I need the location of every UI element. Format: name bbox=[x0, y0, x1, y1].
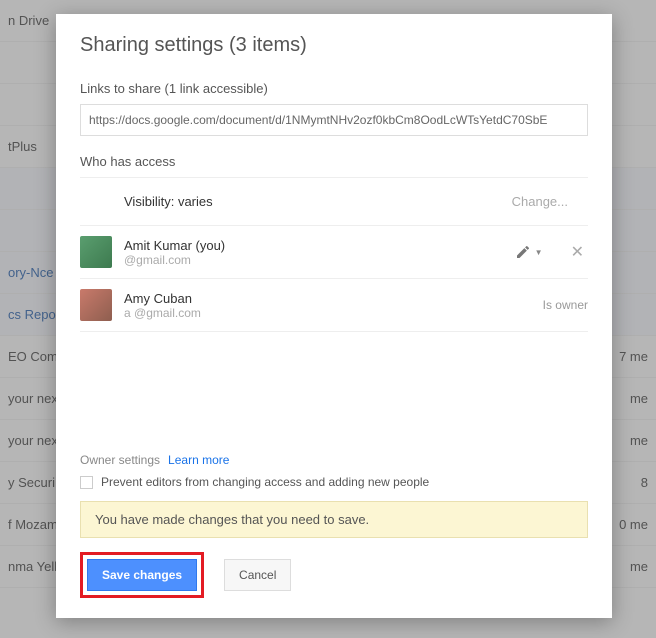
change-visibility-link[interactable]: Change... bbox=[512, 194, 588, 209]
person-name: Amit Kumar (you) bbox=[124, 238, 515, 253]
pencil-icon bbox=[515, 244, 531, 260]
links-to-share-label: Links to share (1 link accessible) bbox=[80, 81, 588, 96]
chevron-down-icon: ▼ bbox=[535, 248, 543, 257]
prevent-editors-checkbox-row[interactable]: Prevent editors from changing access and… bbox=[80, 475, 588, 489]
person-row: Amy Cuban a @gmail.com Is owner bbox=[80, 279, 588, 332]
person-row: Amit Kumar (you) @gmail.com ▼ ✕ bbox=[80, 226, 588, 279]
person-name: Amy Cuban bbox=[124, 291, 543, 306]
cancel-button[interactable]: Cancel bbox=[224, 559, 291, 591]
owner-settings-label: Owner settings bbox=[80, 453, 160, 467]
who-has-access-label: Who has access bbox=[80, 154, 588, 178]
modal-title: Sharing settings (3 items) bbox=[80, 34, 588, 57]
sharing-settings-modal: Sharing settings (3 items) Links to shar… bbox=[56, 14, 612, 618]
learn-more-link[interactable]: Learn more bbox=[168, 453, 229, 467]
role-picker[interactable]: ▼ bbox=[515, 244, 543, 260]
checkbox-label: Prevent editors from changing access and… bbox=[101, 475, 429, 489]
person-email: @gmail.com bbox=[124, 253, 515, 267]
unsaved-changes-warning: You have made changes that you need to s… bbox=[80, 501, 588, 538]
visibility-row: Visibility: varies Change... bbox=[80, 178, 588, 226]
person-email: a @gmail.com bbox=[124, 306, 543, 320]
owner-role-label: Is owner bbox=[543, 298, 588, 312]
save-changes-button[interactable]: Save changes bbox=[87, 559, 197, 591]
avatar bbox=[80, 236, 112, 268]
remove-person-button[interactable]: ✕ bbox=[567, 238, 588, 266]
visibility-label: Visibility: varies bbox=[124, 194, 213, 209]
avatar bbox=[80, 289, 112, 321]
highlight-annotation: Save changes bbox=[80, 552, 204, 598]
checkbox[interactable] bbox=[80, 476, 93, 489]
share-link-input[interactable] bbox=[80, 104, 588, 136]
